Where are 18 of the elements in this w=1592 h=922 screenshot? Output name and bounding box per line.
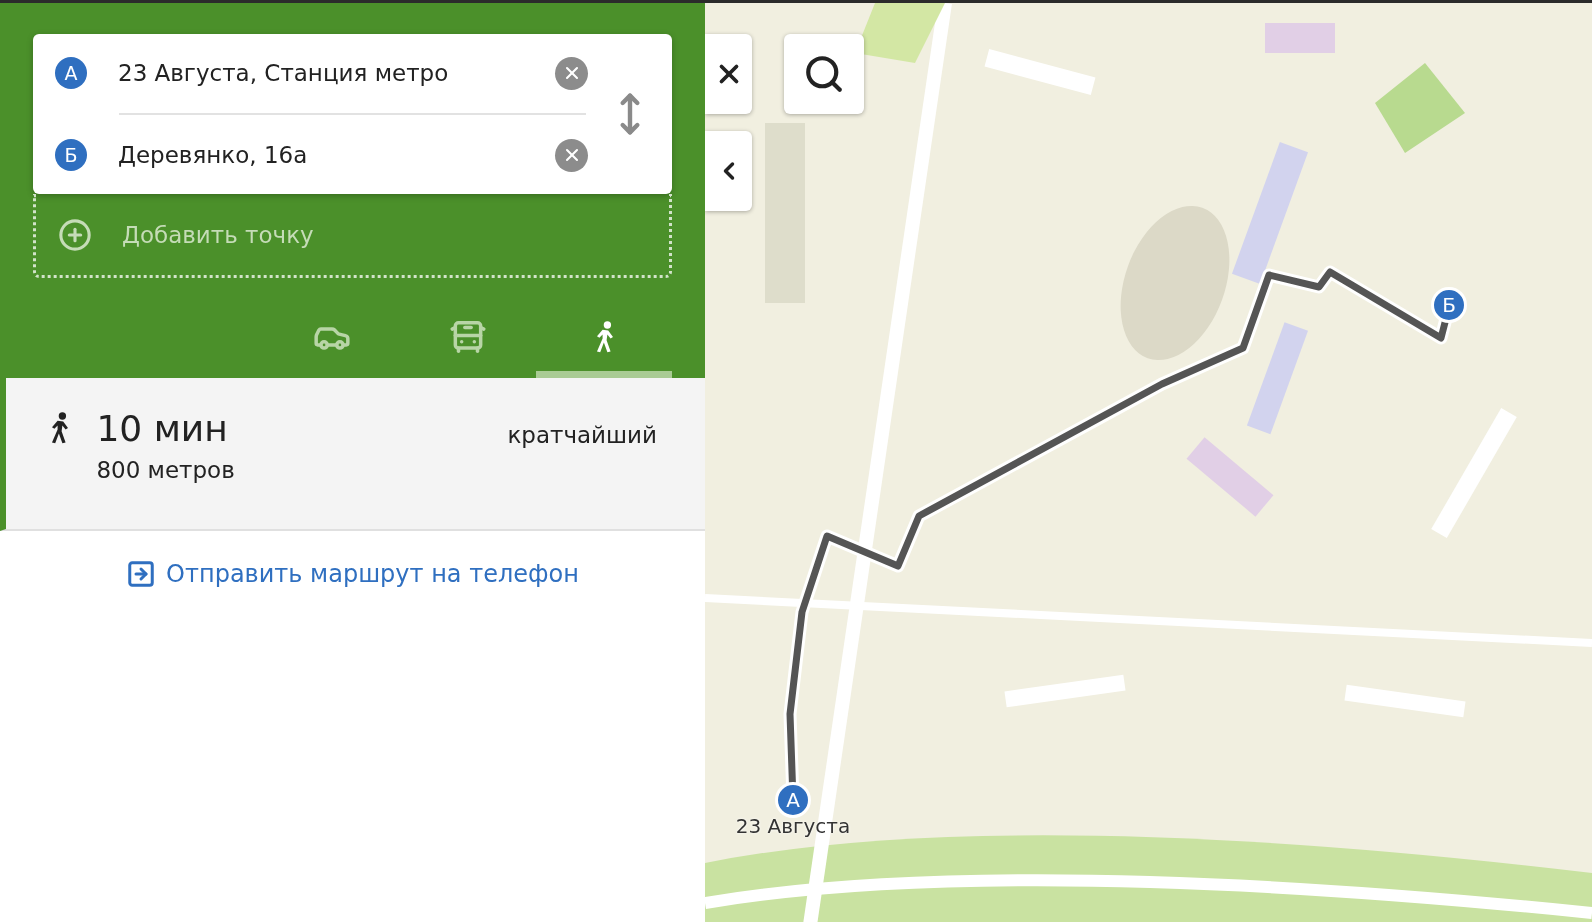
route-result[interactable]: 10 мин 800 метров кратчайший	[0, 378, 705, 531]
point-marker: А	[55, 57, 87, 89]
duration-text: 10 мин	[96, 408, 229, 449]
point-marker: Б	[55, 139, 87, 171]
collapse-button[interactable]	[705, 131, 752, 211]
send-route-link[interactable]: Отправить маршрут на телефон	[126, 559, 579, 589]
clear-button[interactable]	[555, 56, 588, 90]
clear-button[interactable]	[555, 138, 588, 172]
route-tag: кратчайший	[507, 422, 657, 529]
distance-text: 800 метров	[96, 457, 236, 483]
arrow-square-icon	[126, 559, 157, 589]
add-point-button[interactable]: Добавить точку	[33, 194, 672, 278]
close-button[interactable]	[705, 34, 752, 114]
address-field[interactable]: 23 Августа, Станция метро	[118, 60, 524, 86]
plus-circle-icon	[58, 217, 92, 252]
address-field[interactable]: Деревянко, 16а	[118, 142, 524, 168]
search-icon	[803, 53, 845, 95]
search-button[interactable]	[784, 34, 864, 114]
